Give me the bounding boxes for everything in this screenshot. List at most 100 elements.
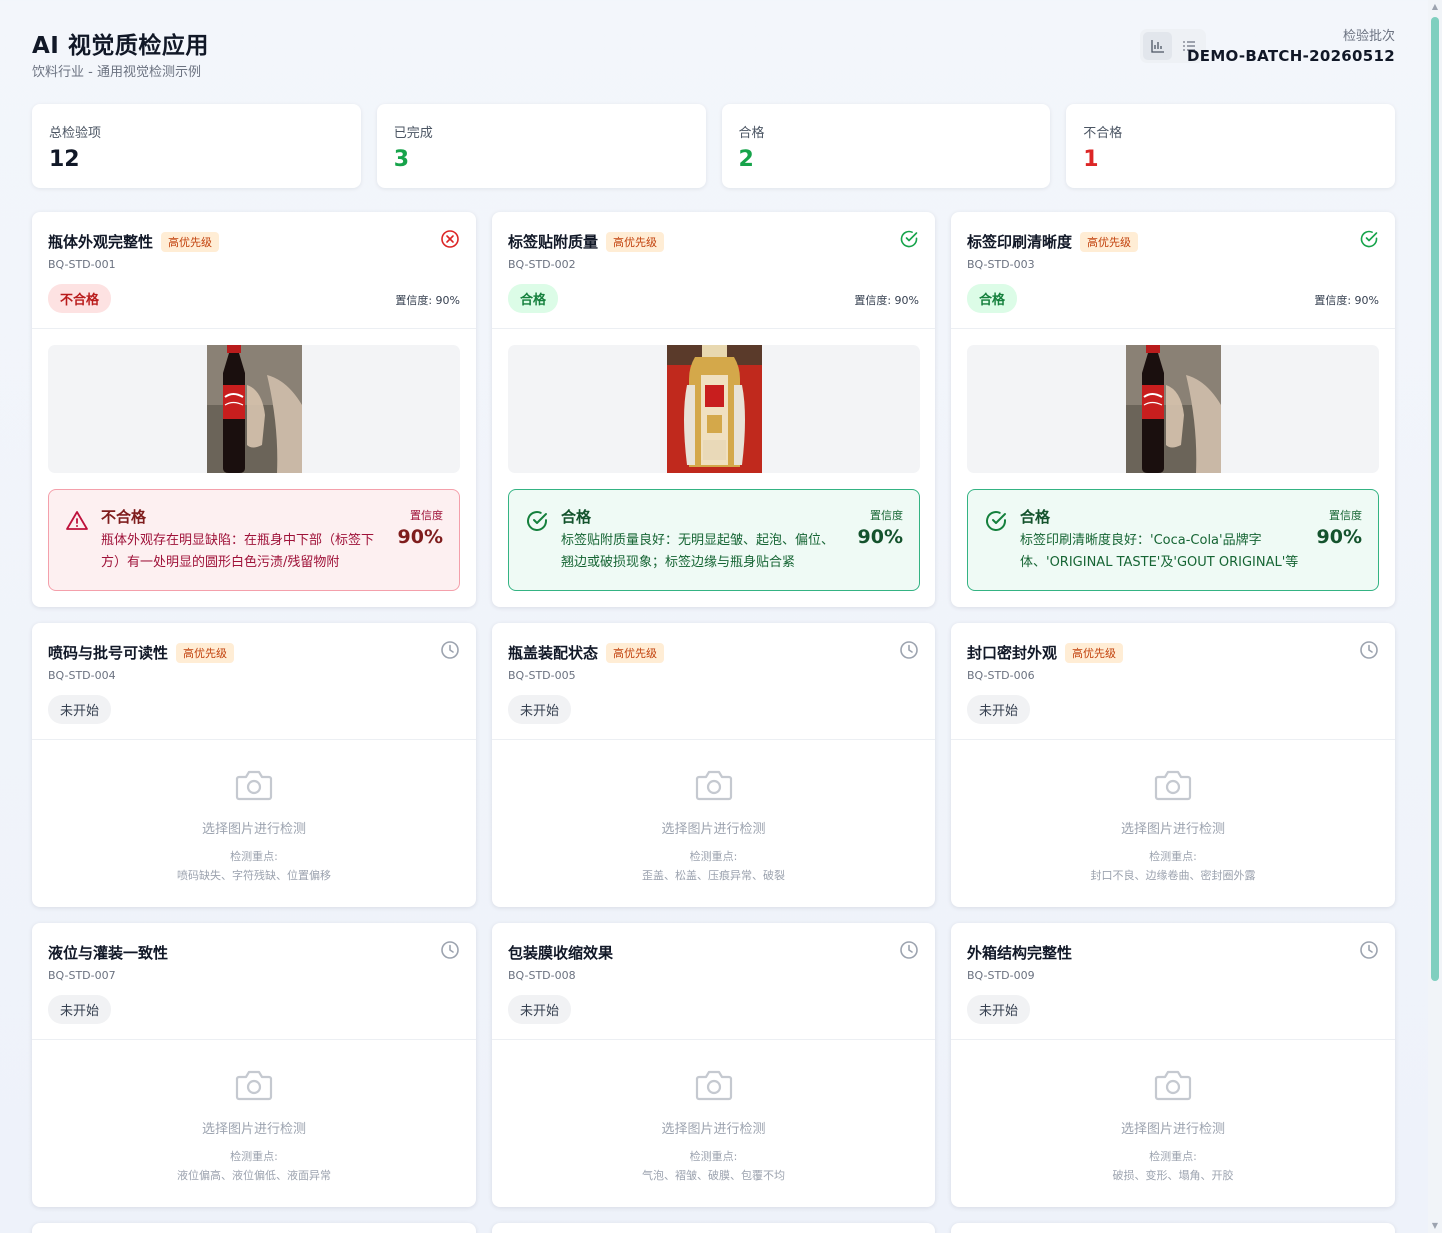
stat-card-total: 总检验项 12 [32,104,361,188]
focus-items: 歪盖、松盖、压痕异常、破裂 [642,869,785,882]
result-title: 合格 [561,508,592,526]
check-circle-icon [525,509,549,533]
confidence-label: 置信度 [870,509,903,522]
stat-value: 3 [393,147,410,172]
inspection-card[interactable]: 包装膜收缩效果 BQ-STD-008 未开始选择图片进行检测 检测重点: 气泡、褶皱、破… [492,923,935,1207]
status-badge: 未开始 [48,695,112,724]
scrollbar-thumb[interactable] [1431,17,1439,981]
card-title: 封口密封外观 高优先级 [967,642,1124,663]
confidence-label: 置信度: 90% [854,294,919,307]
camera-icon [1154,1068,1192,1102]
priority-badge: 高优先级 [176,642,235,663]
status-badge: 不合格 [48,284,112,313]
upload-label: 选择图片进行检测 [201,822,306,837]
focus-label: 检测重点: [1149,850,1197,863]
stat-value: 12 [49,147,80,172]
stat-card-pass: 合格 2 [721,104,1051,188]
card-title-text: 喷码与批号可读性 [48,644,169,662]
focus-label: 检测重点: [689,1150,738,1163]
camera-icon [695,768,733,802]
inspection-card[interactable]: 标签贴附质量 高优先级 BQ-STD-002 合格 置信度: 90% 合格 标签贴附质量良好… [492,212,935,607]
card-code: BQ-STD-008 [508,969,576,982]
inspection-image-area[interactable] [48,345,460,473]
clock-icon [899,940,919,960]
card-title-text: 封口密封外观 [967,644,1058,662]
stat-value: 2 [738,147,754,172]
stat-label: 不合格 [1083,126,1123,141]
check-circle-icon [984,509,1008,533]
app-subtitle: 饮料行业 - 通用视觉检测示例 [32,65,201,80]
result-panel: 不合格 瓶体外观存在明显缺陷：在瓶身中下部（标签下方）有一处明显的圆形白色污渍/残… [48,489,460,591]
stat-card-fail: 不合格 1 [1066,104,1395,188]
camera-icon [695,1068,733,1102]
card-code: BQ-STD-007 [48,969,116,982]
inspection-card[interactable]: 瓶体外观完整性 高优先级 BQ-STD-001 不合格 置信度: 90% 不合格 瓶体外观存… [32,212,476,607]
priority-badge: 高优先级 [606,231,665,252]
card-title: 包装膜收缩效果 [508,942,613,963]
scroll-up-arrow[interactable]: ▲ [1431,3,1439,11]
batch-label: 检验批次 [1342,29,1395,44]
warning-icon [65,509,89,533]
confidence-label: 置信度: 90% [1314,294,1379,307]
status-badge: 未开始 [508,995,572,1024]
bar-chart-icon [1150,40,1164,53]
stat-label: 已完成 [393,126,433,141]
card-code: BQ-STD-002 [508,258,576,271]
upload-label: 选择图片进行检测 [661,1122,766,1137]
inspection-image-area[interactable] [967,345,1379,473]
inspection-card[interactable]: 喷码与批号可读性 高优先级 BQ-STD-004 未开始 选择图片进行检测 检测重点: 喷码… [32,623,476,907]
stat-value: 1 [1083,147,1099,172]
card-title: 瓶盖装配状态 高优先级 [508,642,665,663]
image-upload-area[interactable]: 选择图片进行检测 检测重点: 歪盖、松盖、压痕异常、破裂 [492,740,935,907]
status-badge: 合格 [967,284,1018,313]
scroll-down-arrow[interactable]: ▼ [1431,1222,1439,1230]
card-title: 瓶体外观完整性 高优先级 [48,231,220,252]
status-badge: 合格 [508,284,559,313]
image-upload-area[interactable]: 选择图片进行检测 检测重点: 喷码缺失、字符残缺、位置偏移 [32,740,476,907]
card-title: 喷码与批号可读性 高优先级 [48,642,235,663]
inspection-card[interactable]: 液位与灌装一致性 BQ-STD-007 未开始 选择图片进行检测 检测重点: 液位偏高、液… [32,923,476,1207]
camera-icon [235,1068,273,1102]
confidence-label: 置信度: 90% [395,294,460,307]
card-code: BQ-STD-001 [48,258,116,271]
inspection-card[interactable]: 外箱结构完整性 BQ-STD-009 未开始 选择图片进行检测 检测重点: 破损、变形、塌… [951,923,1395,1207]
focus-label: 检测重点: [689,850,738,863]
inspection-card[interactable] [492,1223,935,1233]
image-upload-area[interactable]: 选择图片进行检测 检测重点: 封口不良、边缘卷曲、密封圈外露 [951,740,1395,907]
inspection-image-area[interactable] [508,345,920,473]
inspection-card[interactable] [32,1223,476,1233]
card-header: 瓶盖装配状态 高优先级 BQ-STD-005 未开始 [492,623,935,740]
scrollbar-track[interactable]: ▲ ▼ [1428,0,1442,1233]
focus-items: 封口不良、边缘卷曲、密封圈外露 [1090,869,1256,882]
upload-label: 选择图片进行检测 [1120,1122,1225,1137]
result-title: 合格 [1020,508,1051,526]
card-header: 液位与灌装一致性 BQ-STD-007 未开始 [32,923,476,1040]
card-header: 瓶体外观完整性 高优先级 BQ-STD-001 不合格 置信度: 90% [32,212,476,329]
priority-badge: 高优先级 [606,642,665,663]
card-code: BQ-STD-006 [967,669,1035,682]
inspection-card[interactable]: 瓶盖装配状态 高优先级 BQ-STD-005 未开始 选择图片进行检测 检测重点: 歪盖、松… [492,623,935,907]
clock-icon [1359,940,1379,960]
camera-icon [1154,768,1192,802]
card-code: BQ-STD-003 [967,258,1035,271]
inspection-grid: 瓶体外观完整性 高优先级 BQ-STD-001 不合格 置信度: 90% 不合格 瓶体外观存… [32,212,1395,1233]
product-image [667,345,762,473]
image-upload-area[interactable]: 选择图片进行检测 检测重点: 气泡、褶皱、破膜、包覆不均 [492,1040,935,1207]
inspection-card[interactable] [951,1223,1395,1233]
inspection-card[interactable]: 标签印刷清晰度 高优先级 BQ-STD-003 合格 置信度: 90% 合格 标签印刷清晰度… [951,212,1395,607]
result-confidence: 置信度 90% [858,507,903,548]
confidence-label: 置信度 [410,509,443,522]
card-code: BQ-STD-009 [967,969,1035,982]
chart-view-button[interactable] [1143,32,1172,60]
card-title: 标签印刷清晰度 高优先级 [967,231,1139,252]
focus-items: 气泡、褶皱、破膜、包覆不均 [642,1169,785,1182]
card-title-text: 液位与灌装一致性 [48,944,169,962]
inspection-card[interactable]: 封口密封外观 高优先级 BQ-STD-006 未开始 选择图片进行检测 检测重点: 封口不良… [951,623,1395,907]
card-code: BQ-STD-005 [508,669,576,682]
result-panel: 合格 标签贴附质量良好：无明显起皱、起泡、偏位、翘边或破损现象；标签边缘与瓶身贴合… [508,489,920,591]
image-upload-area[interactable]: 选择图片进行检测 检测重点: 破损、变形、塌角、开胶 [951,1040,1395,1207]
confidence-value: 90% [397,526,443,548]
card-title-text: 瓶盖装配状态 [508,644,599,662]
priority-badge: 高优先级 [161,231,220,252]
image-upload-area[interactable]: 选择图片进行检测 检测重点: 液位偏高、液位偏低、液面异常 [32,1040,476,1207]
